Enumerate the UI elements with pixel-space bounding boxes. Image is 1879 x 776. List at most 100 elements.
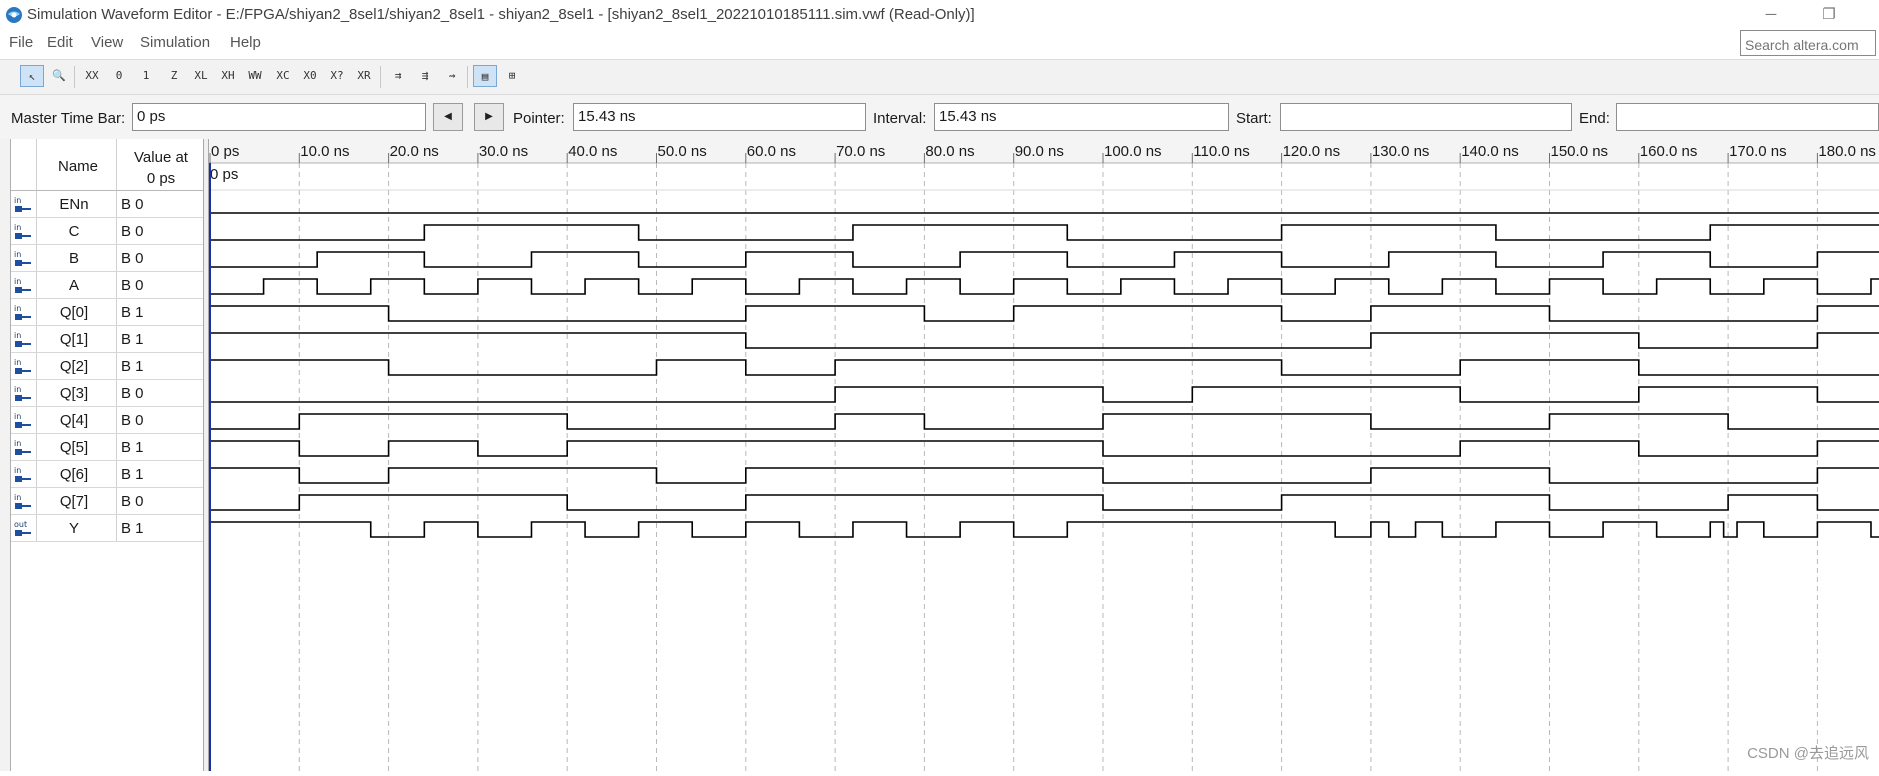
tick-label: 70.0 ns (836, 143, 885, 160)
waveform-b[interactable] (210, 251, 1879, 268)
pin-body (15, 260, 22, 266)
waveform-q4[interactable] (210, 413, 1879, 430)
end-field[interactable] (1616, 103, 1879, 131)
selection-tool-icon[interactable]: ↖ (20, 65, 44, 87)
pin-direction-tag: in (14, 250, 22, 259)
signal-row[interactable]: in Q[6] B 1 (11, 461, 204, 488)
pin-body (15, 206, 22, 212)
toolbar-separator (74, 66, 75, 88)
signal-row[interactable]: in A B 0 (11, 272, 204, 299)
waveform-q7[interactable] (210, 494, 1879, 511)
waveform-q3[interactable] (210, 386, 1879, 403)
start-label: Start: (1236, 110, 1272, 127)
pointer-field[interactable]: 15.43 ns (573, 103, 866, 131)
signal-row[interactable]: in Q[5] B 1 (11, 434, 204, 461)
start-field[interactable] (1280, 103, 1572, 131)
pin-body (15, 449, 22, 455)
waveform-q6[interactable] (210, 467, 1879, 484)
signal-row[interactable]: out Y B 1 (11, 515, 204, 542)
unknown-value-icon[interactable]: XX (80, 65, 104, 87)
minimize-button[interactable]: ─ (1748, 2, 1794, 28)
toolbar: ↖ 🔍 XX 0 1 Z XL XH WW XC X0 X? XR ⇉ ⇶ ⇝ ▤ ⊞ (0, 59, 1879, 95)
count-value-icon[interactable]: X0 (298, 65, 322, 87)
forcing-low-icon[interactable]: 0 (107, 65, 131, 87)
signal-value: B 1 (121, 466, 144, 483)
toolbar-separator (380, 66, 381, 88)
toolbar-separator (467, 66, 468, 88)
pin-lead (22, 505, 31, 507)
signal-name: Q[3] (59, 385, 89, 402)
restore-button[interactable]: ❐ (1806, 2, 1852, 28)
waveform-a[interactable] (210, 278, 1879, 295)
zoom-tool-icon[interactable]: 🔍 (47, 65, 71, 87)
pin-direction-tag: in (14, 493, 22, 502)
weak-high-icon[interactable]: XH (216, 65, 240, 87)
input-pin-icon: in (13, 412, 33, 429)
signal-row[interactable]: in Q[2] B 1 (11, 353, 204, 380)
pin-direction-tag: in (14, 358, 22, 367)
waveform-canvas[interactable]: 0 ps 10.0 ns 20.0 ns 30.0 ns 40.0 ns 50.0 ns 6… (209, 139, 1879, 771)
forcing-high-icon[interactable]: 1 (134, 65, 158, 87)
tick-label: 0 ps (211, 143, 239, 160)
tick-label: 150.0 ns (1551, 143, 1609, 160)
master-time-bar-field[interactable]: 0 ps (132, 103, 426, 131)
input-pin-icon: in (13, 493, 33, 510)
waveform-y[interactable] (210, 521, 1879, 538)
waveform-q1[interactable] (210, 332, 1879, 349)
tick-label: 50.0 ns (658, 143, 707, 160)
tick-label: 100.0 ns (1104, 143, 1162, 160)
pin-lead (22, 343, 31, 345)
prev-transition-button[interactable]: ◀ (433, 103, 463, 131)
signal-row[interactable]: in Q[0] B 1 (11, 299, 204, 326)
value-column-header[interactable]: Value at 0 ps (121, 147, 201, 189)
signal-row[interactable]: in Q[7] B 0 (11, 488, 204, 515)
input-pin-icon: in (13, 196, 33, 213)
menu-file[interactable]: File (9, 34, 33, 51)
signal-row[interactable]: in C B 0 (11, 218, 204, 245)
menu-simulation[interactable]: Simulation (140, 34, 210, 51)
signal-name: Q[1] (59, 331, 89, 348)
signal-value: B 1 (121, 358, 144, 375)
signal-name: Q[4] (59, 412, 89, 429)
interval-field[interactable]: 15.43 ns (934, 103, 1229, 131)
waveform-area[interactable]: 0 ps 10.0 ns 20.0 ns 30.0 ns 40.0 ns 50.0 ns 6… (209, 139, 1879, 771)
signal-row[interactable]: in Q[1] B 1 (11, 326, 204, 353)
waveform-q5[interactable] (210, 440, 1879, 457)
next-transition-button[interactable]: ▶ (474, 103, 504, 131)
invert-icon[interactable]: XC (271, 65, 295, 87)
name-column-header[interactable]: Name (58, 158, 98, 175)
signal-row[interactable]: in Q[4] B 0 (11, 407, 204, 434)
signal-name: Q[2] (59, 358, 89, 375)
output-pin-icon: out (13, 520, 33, 537)
signal-value: B 0 (121, 277, 144, 294)
waveform-q0[interactable] (210, 305, 1879, 322)
signal-row[interactable]: in Q[3] B 0 (11, 380, 204, 407)
signal-value: B 1 (121, 331, 144, 348)
pointer-label: Pointer: (513, 110, 565, 127)
sort-icon[interactable]: ⇶ (413, 65, 437, 87)
waveform-q2[interactable] (210, 359, 1879, 376)
signal-value: B 1 (121, 439, 144, 456)
menu-help[interactable]: Help (230, 34, 261, 51)
waveform-c[interactable] (210, 224, 1879, 241)
menu-edit[interactable]: Edit (47, 34, 73, 51)
overwrite-clock-icon[interactable]: ⇝ (440, 65, 464, 87)
menu-view[interactable]: View (91, 34, 123, 51)
signal-row[interactable]: in B B 0 (11, 245, 204, 272)
watermark: CSDN @去追远风 (1747, 745, 1869, 762)
search-input[interactable] (1740, 30, 1876, 56)
high-impedance-icon[interactable]: Z (162, 65, 186, 87)
dont-care-icon[interactable]: WW (243, 65, 267, 87)
grid-view-icon[interactable]: ▤ (473, 65, 497, 87)
arbitrary-value-icon[interactable]: X? (325, 65, 349, 87)
tick-label: 20.0 ns (390, 143, 439, 160)
signal-row[interactable]: in ENn B 0 (11, 191, 204, 218)
group-icon[interactable]: ⊞ (500, 65, 524, 87)
snap-to-grid-icon[interactable]: ⇉ (386, 65, 410, 87)
random-value-icon[interactable]: XR (352, 65, 376, 87)
pin-direction-tag: in (14, 196, 22, 205)
pin-direction-tag: in (14, 439, 22, 448)
pin-direction-tag: in (14, 223, 22, 232)
weak-low-icon[interactable]: XL (189, 65, 213, 87)
input-pin-icon: in (13, 439, 33, 456)
